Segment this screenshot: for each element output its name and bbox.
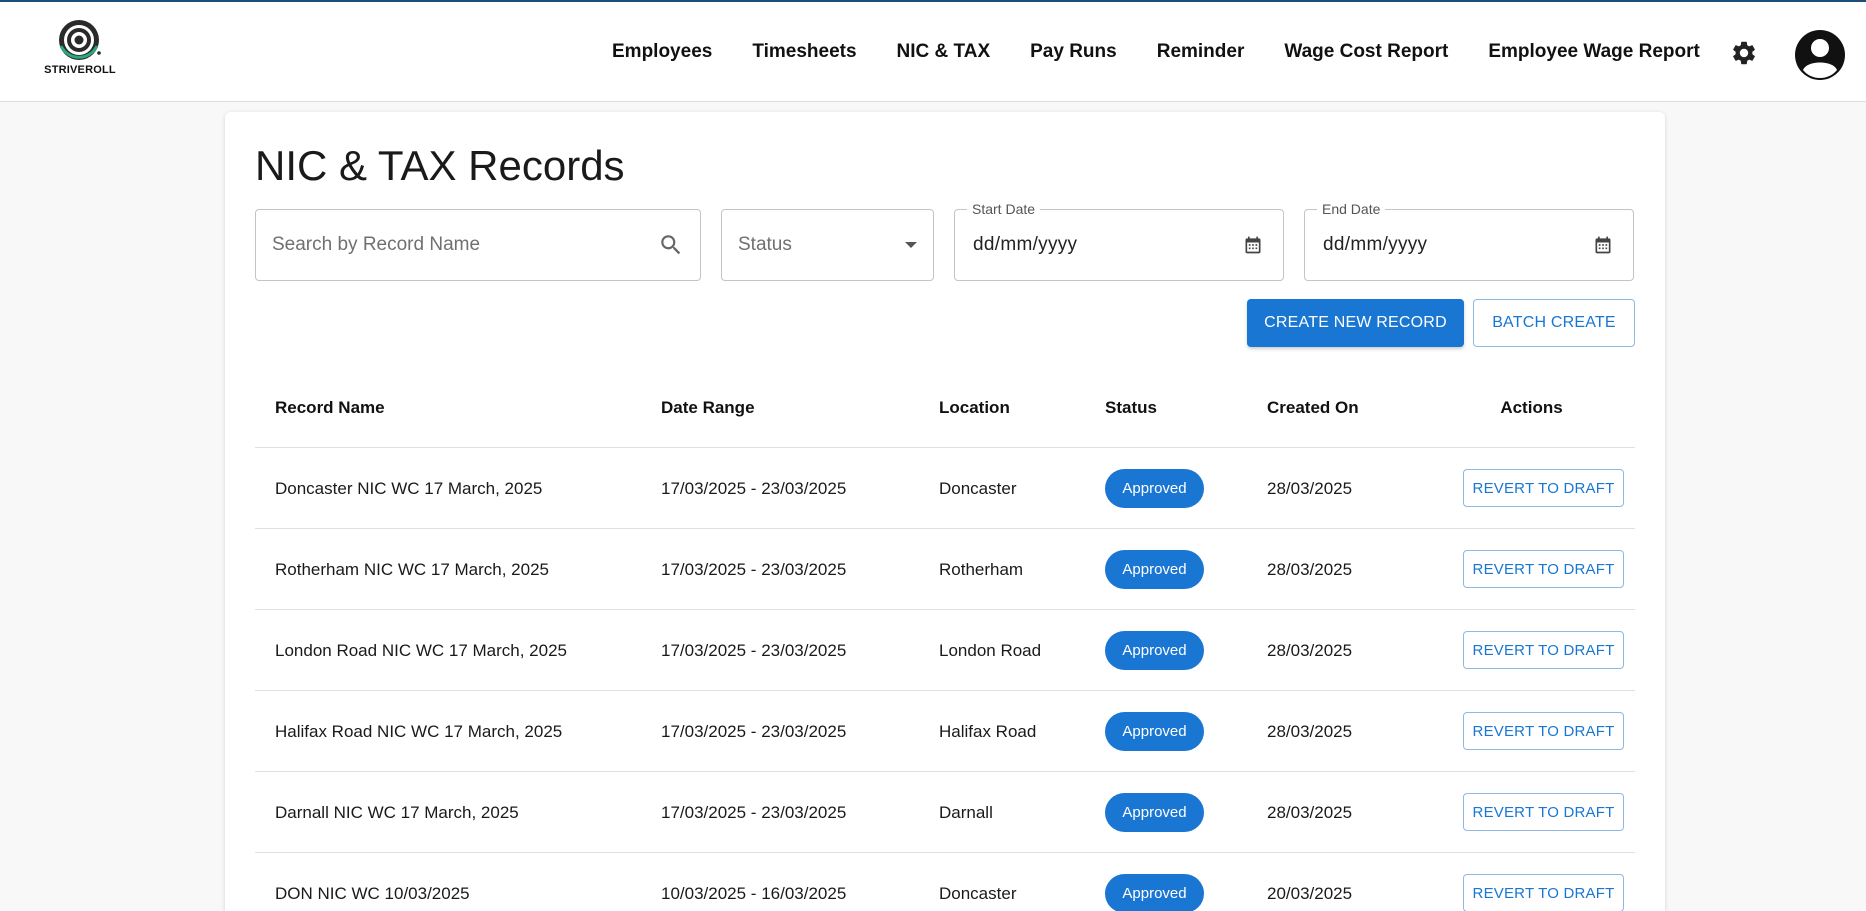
table-row[interactable]: London Road NIC WC 17 March, 2025 17/03/…	[255, 610, 1635, 691]
revert-to-draft-button[interactable]: REVERT TO DRAFT	[1463, 793, 1624, 831]
record-name-cell: Darnall NIC WC 17 March, 2025	[275, 803, 519, 822]
column-header-date-range[interactable]: Date Range	[661, 367, 755, 448]
app-header: STRIVEROLL Employees Timesheets NIC & TA…	[0, 2, 1866, 102]
column-header-status[interactable]: Status	[1105, 367, 1157, 448]
nav-employees[interactable]: Employees	[612, 41, 712, 63]
column-header-actions: Actions	[1500, 398, 1563, 417]
account-avatar-icon[interactable]	[1794, 29, 1846, 81]
nav-pay-runs[interactable]: Pay Runs	[1030, 41, 1117, 63]
table-row[interactable]: Darnall NIC WC 17 March, 2025 17/03/2025…	[255, 772, 1635, 853]
status-badge: Approved	[1105, 793, 1204, 832]
end-date-label: End Date	[1317, 201, 1386, 217]
calendar-icon[interactable]	[1243, 235, 1263, 255]
date-range-cell: 17/03/2025 - 23/03/2025	[661, 722, 847, 741]
calendar-icon[interactable]	[1593, 235, 1613, 255]
status-select-placeholder: Status	[738, 234, 792, 255]
location-cell: Rotherham	[939, 560, 1024, 579]
nav-nic-tax[interactable]: NIC & TAX	[897, 41, 991, 63]
gear-icon[interactable]	[1730, 39, 1758, 67]
location-cell: Doncaster	[939, 479, 1017, 498]
status-select[interactable]: Status	[721, 209, 934, 281]
records-table: Record Name Date Range Location Status C…	[255, 367, 1635, 911]
location-cell: London Road	[939, 641, 1042, 660]
date-range-cell: 17/03/2025 - 23/03/2025	[661, 641, 847, 660]
end-date-value: dd/mm/yyyy	[1323, 234, 1428, 255]
start-date-value: dd/mm/yyyy	[973, 234, 1078, 255]
search-field	[255, 209, 701, 281]
location-cell: Doncaster	[939, 884, 1017, 903]
column-header-location[interactable]: Location	[939, 367, 1010, 448]
create-new-record-button[interactable]: CREATE NEW RECORD	[1247, 299, 1464, 347]
revert-to-draft-button[interactable]: REVERT TO DRAFT	[1463, 874, 1624, 911]
date-range-cell: 17/03/2025 - 23/03/2025	[661, 803, 847, 822]
status-badge: Approved	[1105, 469, 1204, 508]
revert-to-draft-button[interactable]: REVERT TO DRAFT	[1463, 550, 1624, 588]
search-icon[interactable]	[658, 232, 684, 258]
nav-timesheets[interactable]: Timesheets	[752, 41, 856, 63]
revert-to-draft-button[interactable]: REVERT TO DRAFT	[1463, 631, 1624, 669]
record-name-cell: Halifax Road NIC WC 17 March, 2025	[275, 722, 563, 741]
column-header-created-on[interactable]: Created On	[1267, 367, 1359, 448]
status-badge: Approved	[1105, 550, 1204, 589]
start-date-label: Start Date	[967, 201, 1041, 217]
table-row[interactable]: DON NIC WC 10/03/2025 10/03/2025 - 16/03…	[255, 853, 1635, 911]
column-header-record-name[interactable]: Record Name	[275, 367, 385, 448]
page-title: NIC & TAX Records	[255, 142, 625, 189]
table-row[interactable]: Doncaster NIC WC 17 March, 2025 17/03/20…	[255, 448, 1635, 529]
batch-create-button[interactable]: BATCH CREATE	[1473, 299, 1635, 347]
table-row[interactable]: Rotherham NIC WC 17 March, 2025 17/03/20…	[255, 529, 1635, 610]
record-name-cell: Doncaster NIC WC 17 March, 2025	[275, 479, 543, 498]
created-on-cell: 28/03/2025	[1267, 803, 1353, 822]
date-range-cell: 10/03/2025 - 16/03/2025	[661, 884, 847, 903]
created-on-cell: 28/03/2025	[1267, 641, 1353, 660]
table-header: Record Name Date Range Location Status C…	[255, 367, 1635, 448]
created-on-cell: 28/03/2025	[1267, 479, 1353, 498]
record-name-cell: DON NIC WC 10/03/2025	[275, 884, 470, 903]
nav-employee-wage-report[interactable]: Employee Wage Report	[1488, 41, 1700, 63]
start-date-field[interactable]: Start Date dd/mm/yyyy	[954, 201, 1284, 281]
chevron-down-icon	[905, 242, 917, 248]
status-badge: Approved	[1105, 712, 1204, 751]
revert-to-draft-button[interactable]: REVERT TO DRAFT	[1463, 469, 1624, 507]
record-name-cell: London Road NIC WC 17 March, 2025	[275, 641, 567, 660]
created-on-cell: 28/03/2025	[1267, 560, 1353, 579]
created-on-cell: 28/03/2025	[1267, 722, 1353, 741]
table-row[interactable]: Halifax Road NIC WC 17 March, 2025 17/03…	[255, 691, 1635, 772]
logo[interactable]: STRIVEROLL	[40, 18, 120, 84]
nav-reminder[interactable]: Reminder	[1157, 41, 1245, 63]
main-nav: Employees Timesheets NIC & TAX Pay Runs …	[612, 2, 1700, 102]
location-cell: Darnall	[939, 803, 993, 822]
search-input[interactable]	[272, 210, 605, 280]
revert-to-draft-button[interactable]: REVERT TO DRAFT	[1463, 712, 1624, 750]
status-badge: Approved	[1105, 874, 1204, 911]
logo-text: STRIVEROLL	[44, 64, 116, 76]
end-date-field[interactable]: End Date dd/mm/yyyy	[1304, 201, 1634, 281]
logo-mark-icon	[59, 20, 101, 60]
nav-wage-cost-report[interactable]: Wage Cost Report	[1284, 41, 1448, 63]
record-name-cell: Rotherham NIC WC 17 March, 2025	[275, 560, 549, 579]
records-card: NIC & TAX Records Status Start Date dd/m…	[225, 112, 1665, 911]
location-cell: Halifax Road	[939, 722, 1037, 741]
date-range-cell: 17/03/2025 - 23/03/2025	[661, 560, 847, 579]
status-badge: Approved	[1105, 631, 1204, 670]
created-on-cell: 20/03/2025	[1267, 884, 1353, 903]
date-range-cell: 17/03/2025 - 23/03/2025	[661, 479, 847, 498]
